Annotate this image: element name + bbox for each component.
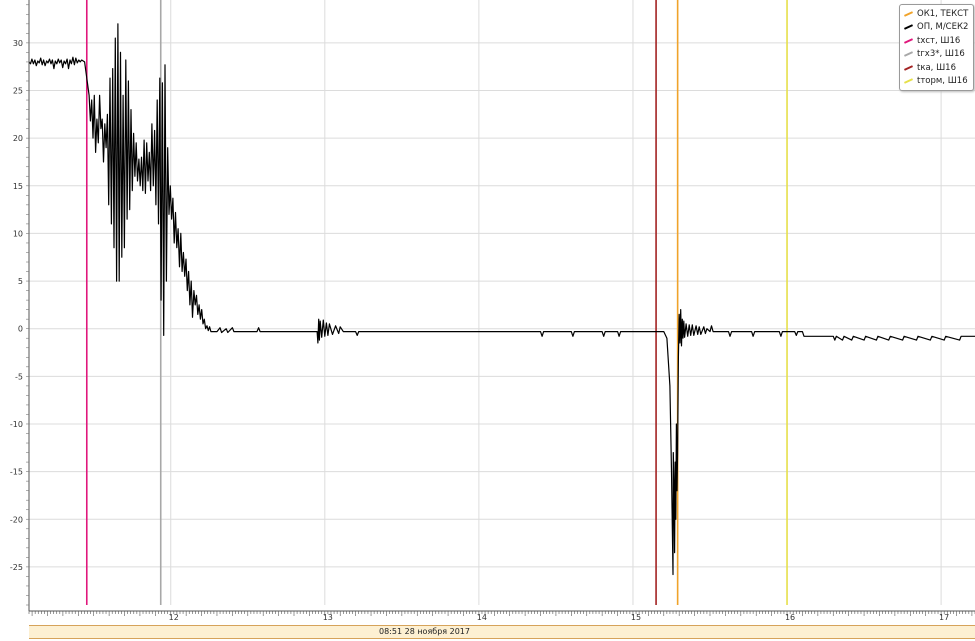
y-tick-label: 10 — [13, 229, 23, 238]
legend-swatch — [903, 10, 914, 17]
y-tick-label: -5 — [15, 372, 23, 381]
y-tick-label: -20 — [10, 515, 23, 524]
legend-swatch — [903, 78, 914, 85]
legend-swatch — [903, 64, 914, 71]
legend-label: tхст, Ш16 — [917, 35, 961, 46]
legend-label: tка, Ш16 — [917, 62, 956, 73]
y-tick-label: -10 — [10, 420, 23, 429]
grid — [29, 0, 975, 605]
x-tick-label: 12 — [169, 613, 179, 622]
y-tick-label: 20 — [13, 134, 23, 143]
y-tick-label: 30 — [13, 39, 23, 48]
date-label: 08:51 28 ноября 2017 — [379, 627, 470, 636]
y-tick-label: 15 — [13, 182, 23, 191]
legend-item[interactable]: tхст, Ш16 — [900, 34, 973, 48]
y-tick-label: 5 — [18, 277, 23, 286]
legend-item[interactable]: ОП, М/СЕК2 — [900, 21, 973, 35]
y-tick-label: 0 — [18, 325, 23, 334]
axes: 30 25 20 15 10 5 0 -5 -10 -15 -20 -25 12 13 14 15 16 17 — [10, 0, 975, 622]
x-tick-label: 17 — [939, 613, 949, 622]
legend-item[interactable]: tгх3*, Ш16 — [900, 48, 973, 62]
y-tick-label: 25 — [13, 87, 23, 96]
legend-item[interactable]: ОК1, ТЕКСТ — [900, 7, 973, 21]
legend-item[interactable]: tка, Ш16 — [900, 61, 973, 75]
legend-label: ОК1, ТЕКСТ — [917, 8, 969, 19]
legend-label: tгх3*, Ш16 — [917, 49, 965, 60]
date-bar[interactable]: 08:51 28 ноября 2017 — [29, 625, 975, 639]
legend-label: ОП, М/СЕК2 — [917, 22, 969, 33]
legend-swatch — [903, 37, 914, 44]
y-tick-label: -25 — [10, 563, 23, 572]
x-tick-label: 15 — [631, 613, 641, 622]
y-tick-label: -15 — [10, 468, 23, 477]
legend: ОК1, ТЕКСТ ОП, М/СЕК2 tхст, Ш16 tгх3*, Ш… — [899, 4, 974, 91]
x-tick-label: 13 — [323, 613, 333, 622]
x-tick-label: 14 — [477, 613, 487, 622]
x-tick-label: 16 — [785, 613, 795, 622]
legend-item[interactable]: tторм, Ш16 — [900, 75, 973, 89]
chart-plot: 30 25 20 15 10 5 0 -5 -10 -15 -20 -25 12 13 14 15 16 17 — [10, 0, 975, 622]
legend-label: tторм, Ш16 — [917, 76, 968, 87]
legend-swatch — [903, 51, 914, 58]
legend-swatch — [903, 24, 914, 31]
